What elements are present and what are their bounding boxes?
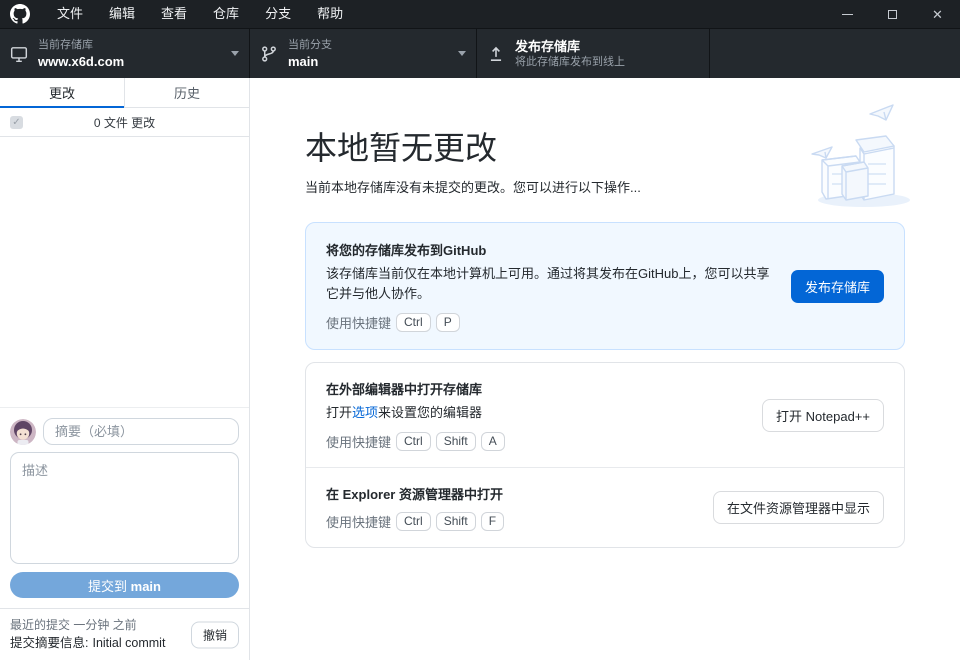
sidebar-tabs: 更改 历史 bbox=[0, 78, 249, 108]
close-icon: ✕ bbox=[932, 8, 943, 21]
page-title: 本地暂无更改 bbox=[305, 128, 905, 168]
shortcut-label: 使用快捷键 bbox=[326, 313, 391, 332]
commit-button[interactable]: 提交到 main bbox=[10, 572, 239, 598]
editor-section-title: 在外部编辑器中打开存储库 bbox=[326, 379, 746, 398]
select-all-checkbox[interactable]: ✓ bbox=[10, 116, 23, 129]
window-controls: ✕ bbox=[825, 0, 960, 28]
minimize-button[interactable] bbox=[825, 0, 870, 28]
repository-name: www.x6d.com bbox=[38, 53, 225, 70]
kbd-a: A bbox=[481, 432, 505, 451]
tab-changes[interactable]: 更改 bbox=[0, 78, 125, 107]
publish-card-title: 将您的存储库发布到GitHub bbox=[326, 240, 775, 259]
tab-history[interactable]: 历史 bbox=[125, 78, 249, 107]
show-in-explorer-button[interactable]: 在文件资源管理器中显示 bbox=[713, 491, 884, 524]
maximize-button[interactable] bbox=[870, 0, 915, 28]
shortcut-label: 使用快捷键 bbox=[326, 512, 391, 531]
publish-repository-toolbar-button[interactable]: 发布存储库 将此存储库发布到线上 bbox=[477, 29, 710, 78]
kbd-p: P bbox=[436, 313, 460, 332]
publish-card-body: 该存储库当前仅在本地计算机上可用。通过将其发布在GitHub上，您可以共享它并与… bbox=[326, 264, 775, 304]
open-in-explorer-section: 在 Explorer 资源管理器中打开 使用快捷键 Ctrl Shift F 在… bbox=[306, 467, 904, 547]
kbd-ctrl: Ctrl bbox=[396, 432, 431, 451]
minimize-icon bbox=[842, 14, 853, 15]
github-desktop-window: 文件 编辑 查看 仓库 分支 帮助 ✕ 当前存储库 www.x6d.com bbox=[0, 0, 960, 660]
titlebar: 文件 编辑 查看 仓库 分支 帮助 ✕ bbox=[0, 0, 960, 28]
toolbar: 当前存储库 www.x6d.com 当前分支 main 发布存储库 将此存储库发… bbox=[0, 28, 960, 78]
current-branch-dropdown[interactable]: 当前分支 main bbox=[250, 29, 477, 78]
kbd-ctrl: Ctrl bbox=[396, 313, 431, 332]
changed-files-count: 0 文件 更改 bbox=[0, 114, 249, 131]
open-editor-button[interactable]: 打开 Notepad++ bbox=[762, 399, 884, 432]
menu-repository[interactable]: 仓库 bbox=[200, 0, 252, 28]
explorer-section-title: 在 Explorer 资源管理器中打开 bbox=[326, 484, 697, 503]
kbd-ctrl: Ctrl bbox=[396, 512, 431, 531]
commit-button-branch: main bbox=[131, 579, 161, 594]
editor-section-body: 打开选项来设置您的编辑器 bbox=[326, 403, 746, 423]
upload-icon bbox=[487, 45, 515, 63]
changed-files-header: ✓ 0 文件 更改 bbox=[0, 108, 249, 137]
menu-help[interactable]: 帮助 bbox=[304, 0, 356, 28]
close-button[interactable]: ✕ bbox=[915, 0, 960, 28]
open-in-editor-section: 在外部编辑器中打开存储库 打开选项来设置您的编辑器 使用快捷键 Ctrl Shi… bbox=[306, 363, 904, 467]
menu-edit[interactable]: 编辑 bbox=[96, 0, 148, 28]
chevron-down-icon bbox=[458, 51, 466, 56]
editor-body-suffix: 来设置您的编辑器 bbox=[378, 405, 482, 420]
editor-body-prefix: 打开 bbox=[326, 405, 352, 420]
maximize-icon bbox=[888, 10, 897, 19]
commit-button-prefix: 提交到 bbox=[88, 579, 131, 594]
branch-name: main bbox=[288, 53, 452, 70]
shortcut-label: 使用快捷键 bbox=[326, 432, 391, 451]
recent-commit-summary-value: Initial commit bbox=[92, 636, 165, 650]
actions-card-group: 在外部编辑器中打开存储库 打开选项来设置您的编辑器 使用快捷键 Ctrl Shi… bbox=[305, 362, 905, 548]
main-panel: 本地暂无更改 当前本地存储库没有未提交的更改。您可以进行以下操作... 将您的存… bbox=[250, 78, 960, 660]
git-branch-icon bbox=[260, 45, 288, 63]
publish-card: 将您的存储库发布到GitHub 该存储库当前仅在本地计算机上可用。通过将其发布在… bbox=[305, 222, 905, 350]
page-subtitle: 当前本地存储库没有未提交的更改。您可以进行以下操作... bbox=[305, 177, 905, 196]
sidebar: 更改 历史 ✓ 0 文件 更改 bbox=[0, 78, 250, 660]
options-link[interactable]: 选项 bbox=[352, 405, 378, 420]
repository-label: 当前存储库 bbox=[38, 38, 225, 53]
publish-subtitle: 将此存储库发布到线上 bbox=[515, 55, 699, 70]
undo-button[interactable]: 撤销 bbox=[191, 621, 239, 648]
menu-file[interactable]: 文件 bbox=[44, 0, 96, 28]
avatar bbox=[10, 419, 36, 445]
changes-list-empty bbox=[0, 137, 249, 407]
publish-title: 发布存储库 bbox=[515, 38, 699, 55]
current-repository-dropdown[interactable]: 当前存储库 www.x6d.com bbox=[0, 29, 250, 78]
chevron-down-icon bbox=[231, 51, 239, 56]
commit-summary-input[interactable] bbox=[43, 418, 239, 445]
kbd-shift: Shift bbox=[436, 432, 476, 451]
recent-commit-panel: 最近的提交 一分钟 之前 提交摘要信息:Initial commit 撤销 bbox=[0, 608, 249, 660]
github-logo-icon bbox=[9, 3, 31, 25]
kbd-shift: Shift bbox=[436, 512, 476, 531]
commit-description-input[interactable] bbox=[10, 452, 239, 564]
menu-view[interactable]: 查看 bbox=[148, 0, 200, 28]
commit-form: 提交到 main bbox=[0, 407, 249, 608]
publish-repository-button[interactable]: 发布存储库 bbox=[791, 270, 884, 303]
branch-label: 当前分支 bbox=[288, 38, 452, 53]
kbd-f: F bbox=[481, 512, 504, 531]
computer-icon bbox=[10, 45, 38, 63]
recent-commit-summary-label: 提交摘要信息: bbox=[10, 636, 88, 650]
menu-branch[interactable]: 分支 bbox=[252, 0, 304, 28]
